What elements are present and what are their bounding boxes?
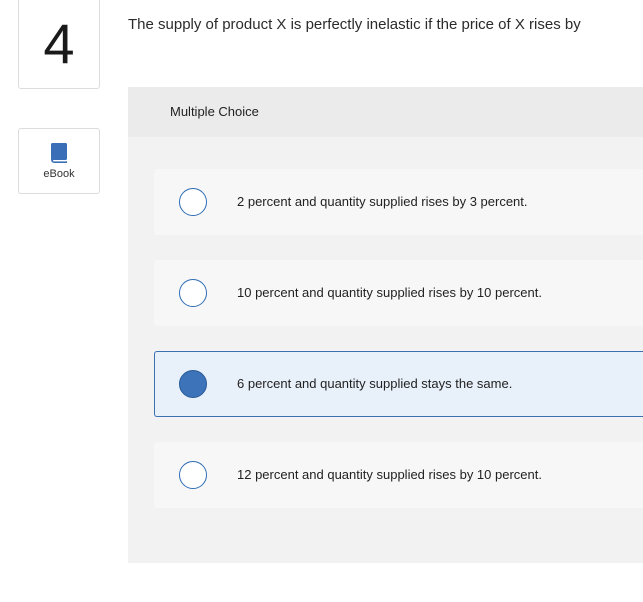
question-number: 4: [43, 12, 75, 75]
answer-option-3-selected[interactable]: 6 percent and quantity supplied stays th…: [154, 351, 643, 417]
answer-option-2[interactable]: 10 percent and quantity supplied rises b…: [154, 260, 643, 326]
radio-button-selected[interactable]: [179, 370, 207, 398]
book-icon: [51, 143, 67, 163]
question-prompt: The supply of product X is perfectly ine…: [128, 16, 581, 33]
radio-button[interactable]: [179, 279, 207, 307]
radio-button[interactable]: [179, 461, 207, 489]
ebook-label: eBook: [43, 168, 75, 180]
answer-option-label: 12 percent and quantity supplied rises b…: [237, 467, 542, 482]
radio-button[interactable]: [179, 188, 207, 216]
panel-title: Multiple Choice: [170, 104, 259, 119]
panel-header: Multiple Choice: [128, 87, 643, 137]
answer-option-label: 10 percent and quantity supplied rises b…: [237, 285, 542, 300]
question-number-box: 4: [18, 0, 100, 89]
answer-option-4[interactable]: 12 percent and quantity supplied rises b…: [154, 442, 643, 508]
answer-option-1[interactable]: 2 percent and quantity supplied rises by…: [154, 169, 643, 235]
answer-option-label: 2 percent and quantity supplied rises by…: [237, 194, 528, 209]
multiple-choice-panel: Multiple Choice 2 percent and quantity s…: [128, 87, 643, 563]
ebook-button[interactable]: eBook: [18, 128, 100, 194]
answer-option-label: 6 percent and quantity supplied stays th…: [237, 376, 513, 391]
